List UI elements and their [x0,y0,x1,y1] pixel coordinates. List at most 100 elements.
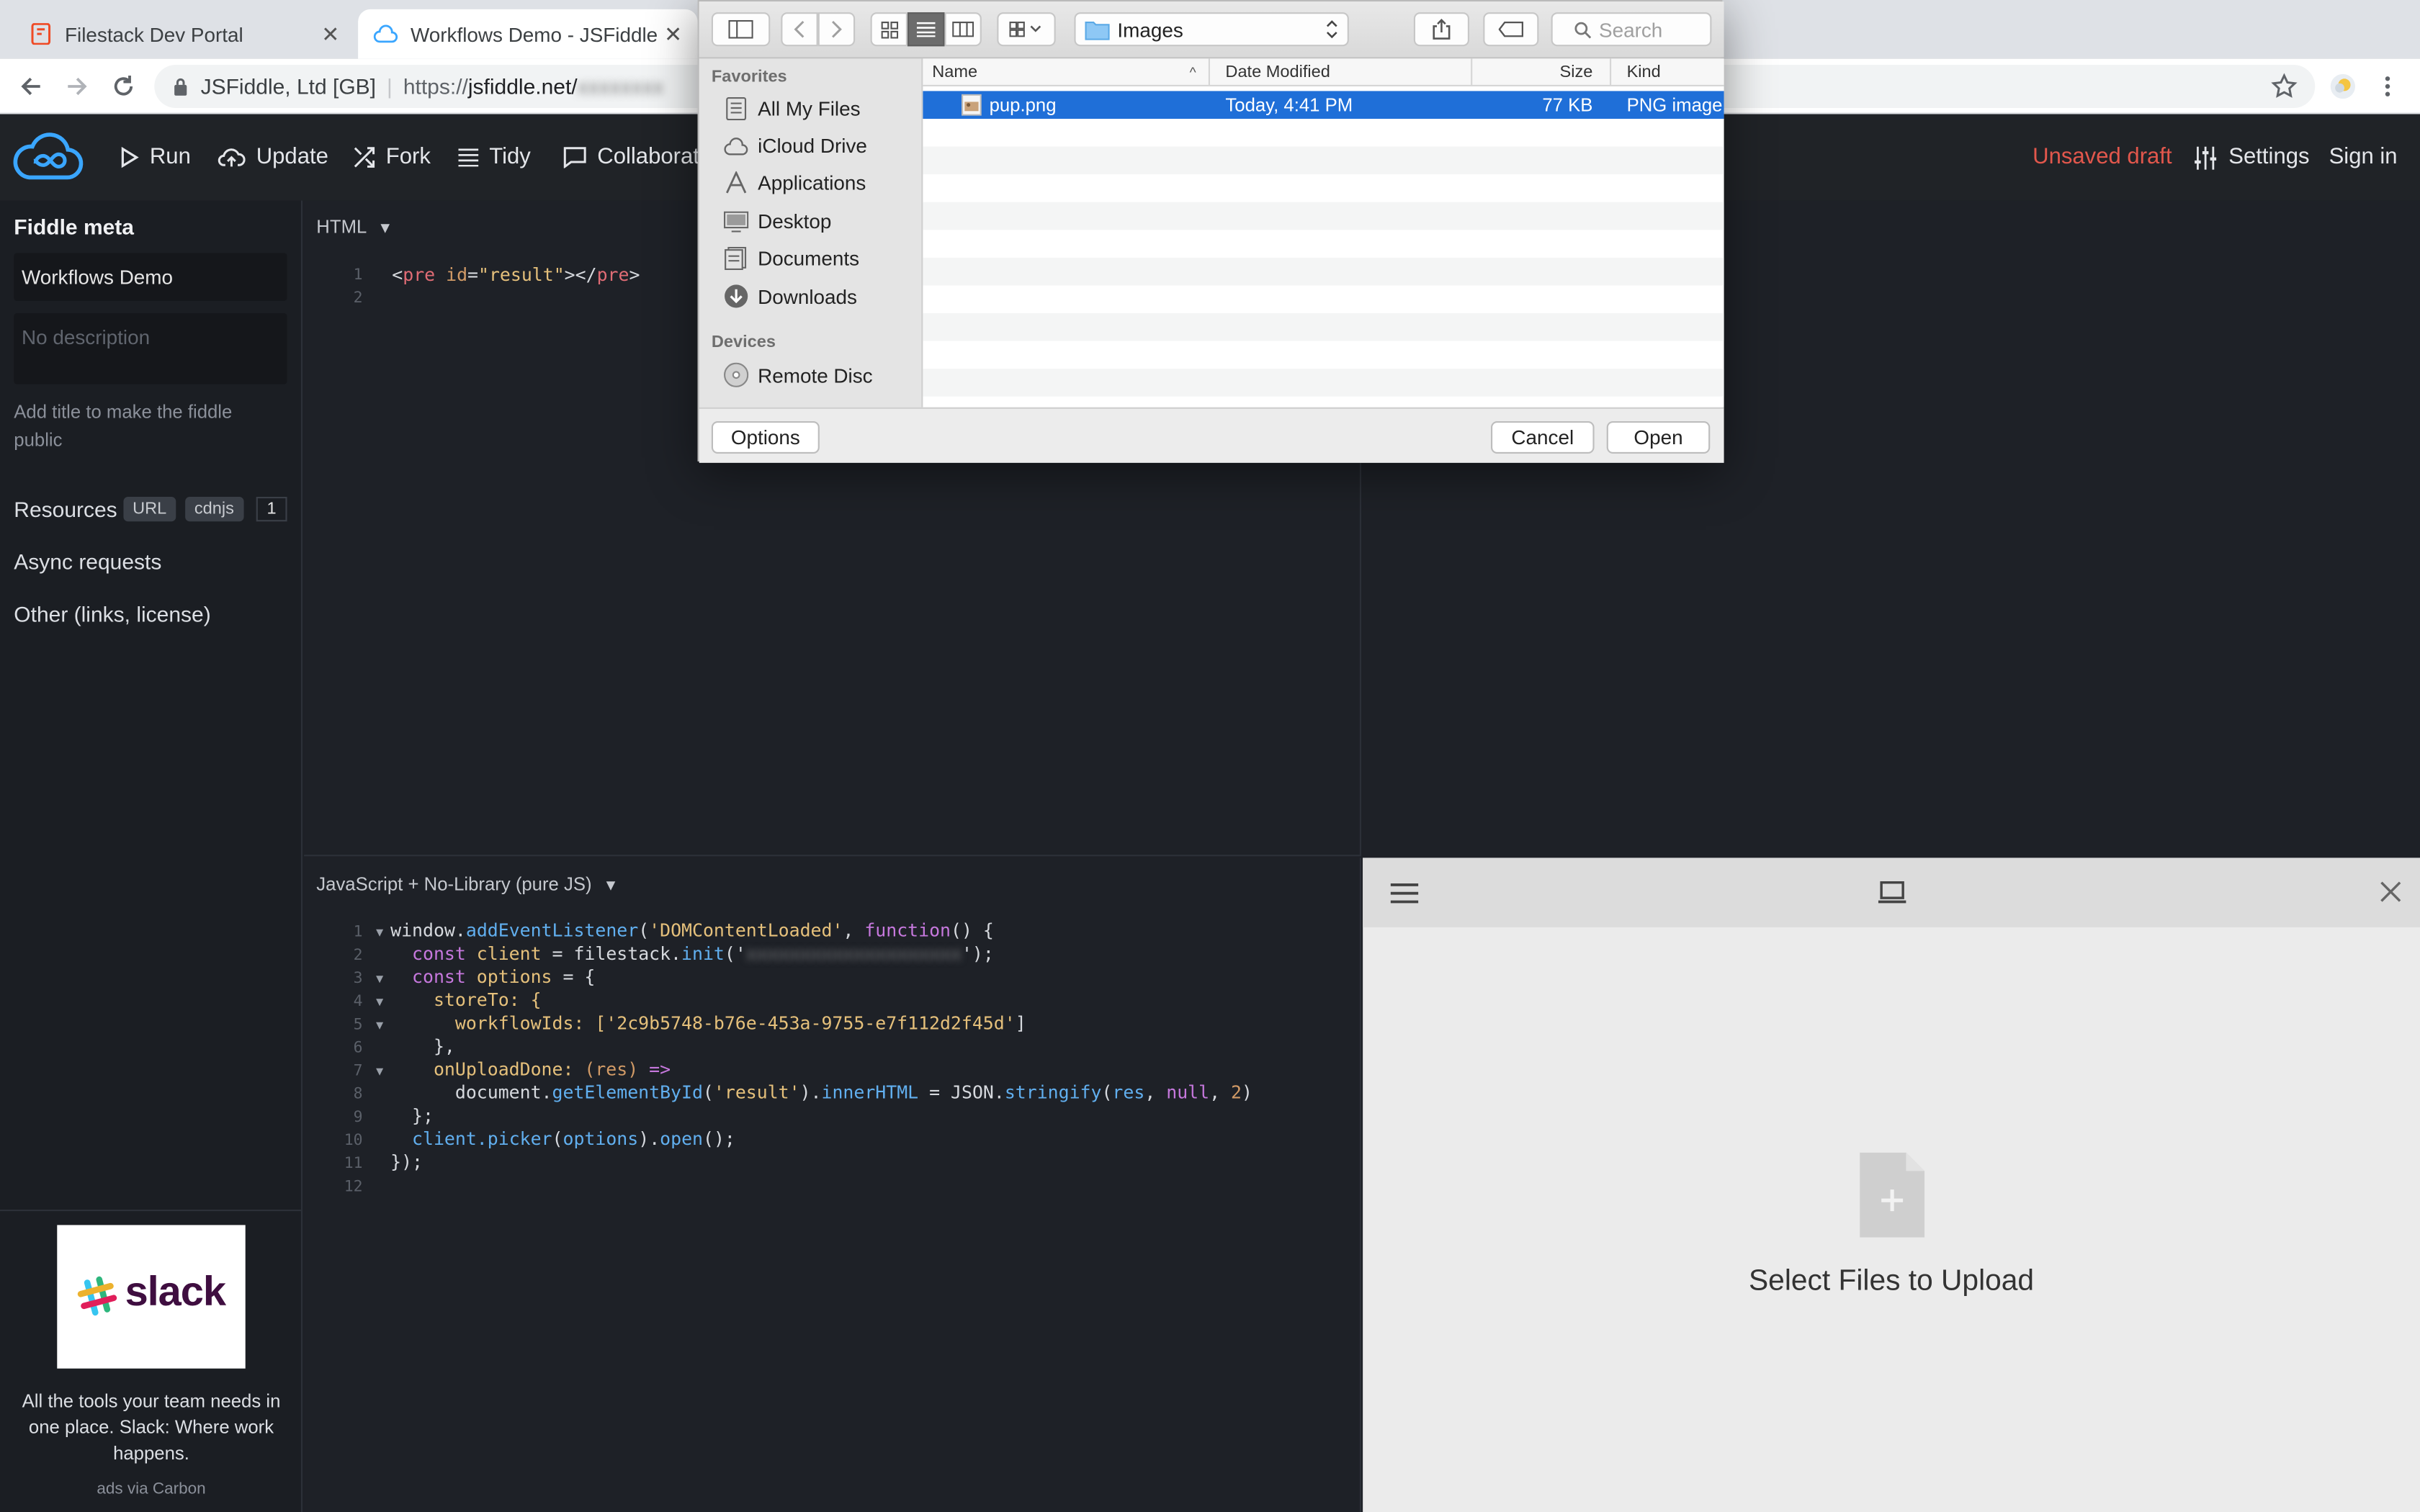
updown-chevron-icon [1326,19,1338,40]
cancel-button[interactable]: Cancel [1491,421,1595,454]
tab-title: Workflows Demo - JSFiddle [411,22,658,46]
tags-button[interactable] [1483,12,1539,47]
options-button[interactable]: Options [711,421,820,454]
ad-divider [0,1210,302,1212]
close-picker-icon[interactable] [2378,879,2403,904]
line-number: 12 [344,1179,363,1196]
location-popup[interactable]: Images [1074,12,1349,47]
sidebar-item-all-my-files[interactable]: All My Files [724,97,861,120]
tidy-button[interactable]: Tidy [458,114,531,201]
js-panel-header[interactable]: JavaScript + No-Library (pure JS) ▼ [316,873,618,895]
arrange-menu-button[interactable] [997,12,1056,47]
upload-file-icon[interactable] [1860,1152,1925,1238]
collaborate-label: Collaborate [597,145,712,170]
sidebar-item-applications[interactable]: Applications [724,171,866,194]
all-files-icon [724,97,758,121]
fiddle-description-field[interactable]: No description [14,313,287,384]
column-header-name[interactable]: Name ^ [923,58,1210,86]
sidebar-item-label: Desktop [758,210,832,233]
fiddle-name-field[interactable]: Workflows Demo [14,253,287,301]
cloud-icon [724,137,758,156]
fork-button[interactable]: Fork [354,114,431,201]
caret-down-icon: ▼ [377,220,393,238]
folder-icon [1085,19,1110,40]
code-line: }); [390,1151,424,1173]
my-device-icon[interactable] [1878,881,1906,904]
applications-icon [724,171,758,194]
png-file-icon [962,94,982,116]
icon-view-button[interactable] [870,12,908,47]
fold-arrow-icon[interactable]: ▼ [374,1065,386,1079]
close-tab-icon[interactable]: ✕ [664,22,682,48]
fold-arrow-icon[interactable]: ▼ [374,995,386,1009]
list-view-button[interactable] [908,12,945,47]
bookmark-star-icon[interactable] [2270,73,2298,101]
ad-copy[interactable]: All the tools your team needs in one pla… [12,1389,290,1467]
fork-icon [354,147,386,168]
js-editor-panel[interactable]: JavaScript + No-Library (pure JS) ▼ 1234… [304,858,1362,1512]
ads-via-carbon-link[interactable]: ads via Carbon [0,1480,302,1498]
column-header-size[interactable]: Size [1472,58,1612,86]
line-number: 2 [353,289,363,307]
cdnjs-pill[interactable]: cdnjs [185,497,243,522]
update-button[interactable]: Update [218,114,328,201]
hamburger-menu-icon[interactable] [1390,883,1419,904]
search-field[interactable]: Search [1551,12,1712,47]
url-host: jsfiddle.net/ [467,73,578,99]
browser-menu-icon[interactable] [2378,74,2397,99]
open-button[interactable]: Open [1606,421,1711,454]
settings-button[interactable]: Settings [2193,114,2310,201]
collaborate-button[interactable]: Collaborate [563,114,712,201]
slack-wordmark: slack [125,1268,227,1315]
run-button[interactable]: Run [120,114,191,201]
location-label: Images [1117,17,1183,41]
file-list: Name ^ Date Modified Size Kind pup.png T… [923,58,1724,408]
forward-icon[interactable] [63,73,91,101]
empty-row-stripe [923,202,1724,230]
share-button[interactable] [1413,12,1469,47]
documents-icon [724,246,758,270]
js-code-block[interactable]: window.addEventListener('DOMContentLoade… [390,919,1252,1197]
async-requests-link[interactable]: Async requests [14,549,161,574]
sidebar-item-desktop[interactable]: Desktop [723,210,832,233]
tab-workflows-demo[interactable]: Workflows Demo - JSFiddle ✕ [358,9,698,59]
sidebar-item-remote-disc[interactable]: Remote Disc [724,362,873,387]
sidebar-item-icloud-drive[interactable]: iCloud Drive [724,134,867,158]
update-label: Update [256,145,328,170]
sidebar-toggle-button[interactable] [711,12,771,47]
reload-icon[interactable] [109,73,138,101]
select-files-text[interactable]: Select Files to Upload [1363,1265,2420,1299]
fold-arrow-icon[interactable]: ▼ [374,926,386,940]
close-tab-icon[interactable]: ✕ [321,22,339,48]
resources-section[interactable]: Resources URL cdnjs 1 [14,497,287,522]
fold-arrow-icon[interactable]: ▼ [374,1018,386,1032]
column-header-date-modified[interactable]: Date Modified [1210,58,1473,86]
sidebar-item-downloads[interactable]: Downloads [724,284,857,308]
desktop-icon [723,210,758,233]
file-kind: PNG image [1626,94,1723,116]
slack-ad-image[interactable]: slack [57,1225,246,1369]
column-header-kind[interactable]: Kind [1611,58,1724,86]
other-links-license-link[interactable]: Other (links, license) [14,602,210,626]
column-view-button[interactable] [944,12,982,47]
html-panel-header[interactable]: HTML ▼ [316,216,393,238]
back-icon[interactable] [17,73,45,101]
html-code-line[interactable]: <pre id="result"></pre> [392,264,640,287]
html-panel-label: HTML [316,216,367,238]
dialog-footer: Options Cancel Open [699,407,1724,463]
open-label: Open [1634,426,1683,449]
back-button[interactable] [781,12,818,47]
file-row[interactable]: pup.png Today, 4:41 PM 77 KB PNG image [923,91,1724,119]
sidebar-item-documents[interactable]: Documents [724,246,859,270]
extension-icon[interactable] [2327,71,2358,102]
jsfiddle-logo-icon[interactable] [12,131,84,184]
slack-hash-logo-icon [77,1276,117,1316]
unsaved-draft-status: Unsaved draft [2033,114,2172,201]
url-pill[interactable]: URL [123,497,176,522]
forward-button[interactable] [817,12,856,47]
fold-arrow-icon[interactable]: ▼ [374,972,386,986]
cloud-upload-icon [218,147,256,168]
sign-in-link[interactable]: Sign in [2329,114,2398,201]
tab-filestack-dev-portal[interactable]: Filestack Dev Portal ✕ [12,9,355,59]
resources-count-badge: 1 [256,497,287,522]
